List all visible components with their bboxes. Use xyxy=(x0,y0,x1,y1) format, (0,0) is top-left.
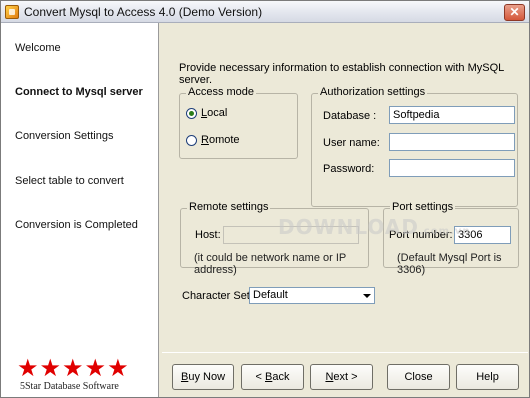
remote-radio-label: Romote xyxy=(201,134,240,146)
step-connect-mysql: Connect to Mysql server xyxy=(15,86,143,98)
local-radio-option[interactable]: Local xyxy=(186,107,227,119)
next-button[interactable]: Next > xyxy=(310,364,373,390)
password-field[interactable] xyxy=(389,159,515,177)
step-conversion-completed: Conversion is Completed xyxy=(15,219,138,231)
username-field[interactable] xyxy=(389,133,515,151)
host-field[interactable] xyxy=(223,226,359,244)
port-settings-group: Port settings Port number: 3306 (Default… xyxy=(383,201,519,276)
charset-label: Character Set xyxy=(182,290,250,302)
authorization-legend: Authorization settings xyxy=(318,86,428,98)
vendor-logo: ★★★★★ 5Star Database Software xyxy=(4,353,155,395)
access-mode-group: Access mode Local Romote xyxy=(179,86,298,159)
username-label: User name: xyxy=(323,137,380,149)
host-label: Host: xyxy=(195,229,221,241)
buy-now-button[interactable]: Buy Now xyxy=(172,364,234,390)
step-welcome: Welcome xyxy=(15,42,61,54)
help-button[interactable]: Help xyxy=(456,364,519,390)
password-label: Password: xyxy=(323,163,375,175)
vendor-name: 5Star Database Software xyxy=(20,381,119,392)
intro-text: Provide necessary information to establi… xyxy=(179,62,504,86)
authorization-settings-group: Authorization settings Database : Softpe… xyxy=(311,86,518,207)
five-stars-icon: ★★★★★ xyxy=(17,354,130,382)
step-conversion-settings: Conversion Settings xyxy=(15,130,114,142)
access-mode-legend: Access mode xyxy=(186,86,257,98)
remote-settings-group: Remote settings Host: (it could be netwo… xyxy=(180,201,369,276)
charset-select[interactable]: Default xyxy=(249,287,375,304)
remote-radio[interactable] xyxy=(186,134,197,146)
local-radio-label: Local xyxy=(201,107,228,119)
wizard-sidebar: Welcome Connect to Mysql server Conversi… xyxy=(1,23,159,397)
local-radio[interactable] xyxy=(186,107,197,119)
remote-radio-option[interactable]: Romote xyxy=(186,134,240,146)
host-hint: (it could be network name or IP address) xyxy=(194,252,347,276)
wizard-main-panel: Provide necessary information to establi… xyxy=(160,23,529,397)
button-bar-divider xyxy=(162,352,528,353)
charset-value: Default xyxy=(253,289,288,301)
title-bar[interactable]: Convert Mysql to Access 4.0 (Demo Versio… xyxy=(1,1,529,23)
close-button[interactable]: Close xyxy=(387,364,450,390)
remote-settings-legend: Remote settings xyxy=(187,201,271,213)
chevron-down-icon[interactable] xyxy=(360,289,373,302)
database-label: Database : xyxy=(323,110,377,122)
database-field[interactable]: Softpedia xyxy=(389,106,515,124)
port-hint: (Default Mysql Port is 3306) xyxy=(397,252,502,276)
app-icon xyxy=(5,5,19,19)
close-window-button[interactable]: ✕ xyxy=(504,4,525,21)
window-title: Convert Mysql to Access 4.0 (Demo Versio… xyxy=(24,5,263,19)
port-settings-legend: Port settings xyxy=(390,201,456,213)
port-field[interactable]: 3306 xyxy=(454,226,511,244)
back-button[interactable]: < Back xyxy=(241,364,304,390)
app-window: Convert Mysql to Access 4.0 (Demo Versio… xyxy=(0,0,530,398)
port-label: Port number: xyxy=(389,229,453,241)
step-select-table: Select table to convert xyxy=(15,175,124,187)
